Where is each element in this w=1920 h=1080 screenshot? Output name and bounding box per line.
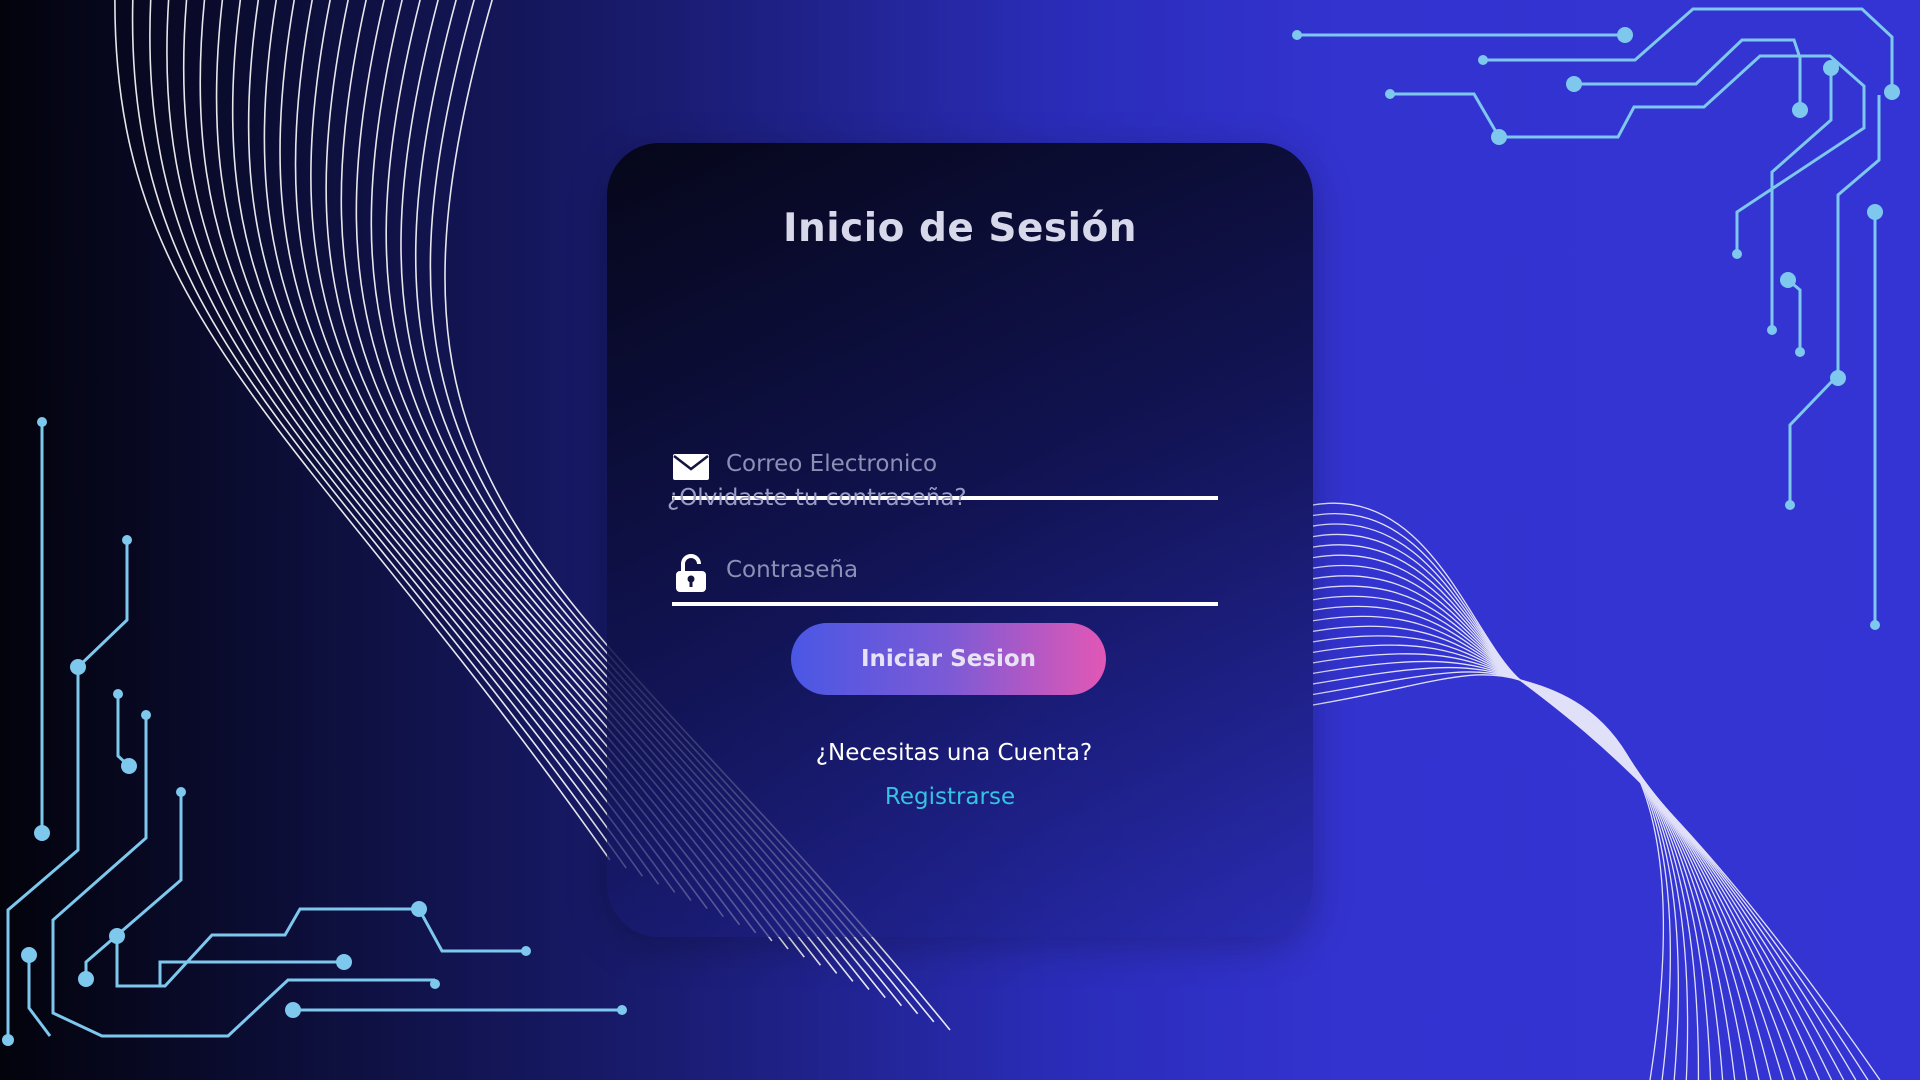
wave-line bbox=[1312, 605, 1772, 1080]
login-screen: Inicio de Sesión ¿Olvidaste t bbox=[0, 0, 1920, 1080]
register-link[interactable]: Registrarse bbox=[607, 784, 1293, 810]
wave-line bbox=[1312, 575, 1736, 1080]
wave-line bbox=[1312, 544, 1700, 1080]
need-account-text: ¿Necesitas una Cuenta? bbox=[815, 740, 1093, 766]
password-field bbox=[672, 540, 1218, 606]
wave-line bbox=[1312, 513, 1671, 1080]
circuit-nodes-top-right bbox=[1292, 27, 1900, 630]
circuit-decoration-top-right bbox=[1297, 7, 1894, 625]
wave-line bbox=[149, 0, 644, 877]
email-input[interactable] bbox=[724, 442, 1208, 486]
right-wave-lines bbox=[1312, 502, 1881, 1080]
login-button[interactable]: Iniciar Sesion bbox=[791, 623, 1106, 695]
login-card: Inicio de Sesión ¿Olvidaste t bbox=[607, 143, 1313, 937]
wave-line bbox=[1312, 502, 1665, 1080]
forgot-password-link[interactable]: ¿Olvidaste tu contraseña? bbox=[667, 485, 967, 511]
password-input[interactable] bbox=[724, 548, 1208, 592]
envelope-icon bbox=[672, 448, 710, 486]
unlocked-padlock-icon bbox=[672, 554, 710, 592]
wave-line bbox=[1312, 564, 1724, 1080]
wave-line bbox=[114, 0, 611, 861]
wave-line bbox=[1312, 554, 1712, 1080]
wave-line bbox=[131, 0, 627, 869]
circuit-decoration-bottom-left bbox=[6, 422, 622, 1040]
login-title: Inicio de Sesión bbox=[782, 206, 1138, 251]
wave-line bbox=[1312, 615, 1784, 1080]
wave-line bbox=[1312, 523, 1679, 1080]
